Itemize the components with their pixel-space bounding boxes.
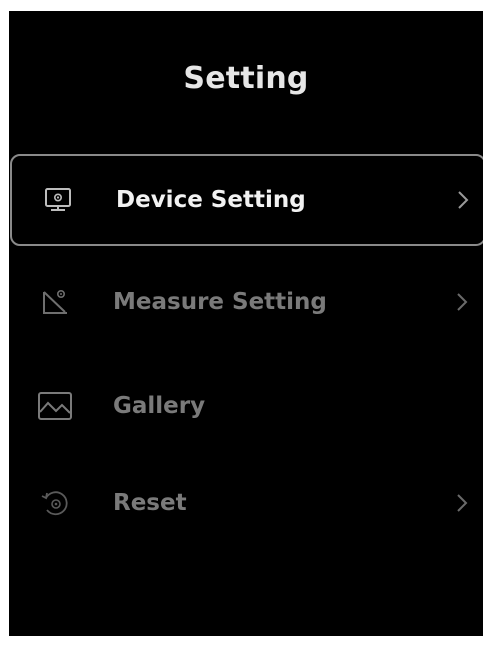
page-title: Setting	[183, 61, 309, 96]
menu-item-measure-setting[interactable]: Measure Setting	[9, 256, 483, 348]
measure-angle-icon	[37, 284, 73, 320]
menu-item-label: Device Setting	[116, 187, 306, 213]
chevron-right-icon	[455, 291, 469, 313]
settings-screen: Setting Device Setting Measure Setting G…	[9, 11, 483, 636]
gallery-image-icon	[37, 388, 73, 424]
menu-item-label: Reset	[113, 490, 187, 516]
menu-item-gallery[interactable]: Gallery	[9, 360, 483, 452]
menu-item-label: Measure Setting	[113, 289, 327, 315]
monitor-settings-icon	[40, 182, 76, 218]
chevron-right-icon	[456, 189, 470, 211]
menu-item-reset[interactable]: Reset	[9, 457, 483, 549]
menu-item-device-setting[interactable]: Device Setting	[10, 154, 483, 246]
menu-item-label: Gallery	[113, 393, 206, 419]
reset-icon	[37, 485, 73, 521]
chevron-right-icon	[455, 492, 469, 514]
